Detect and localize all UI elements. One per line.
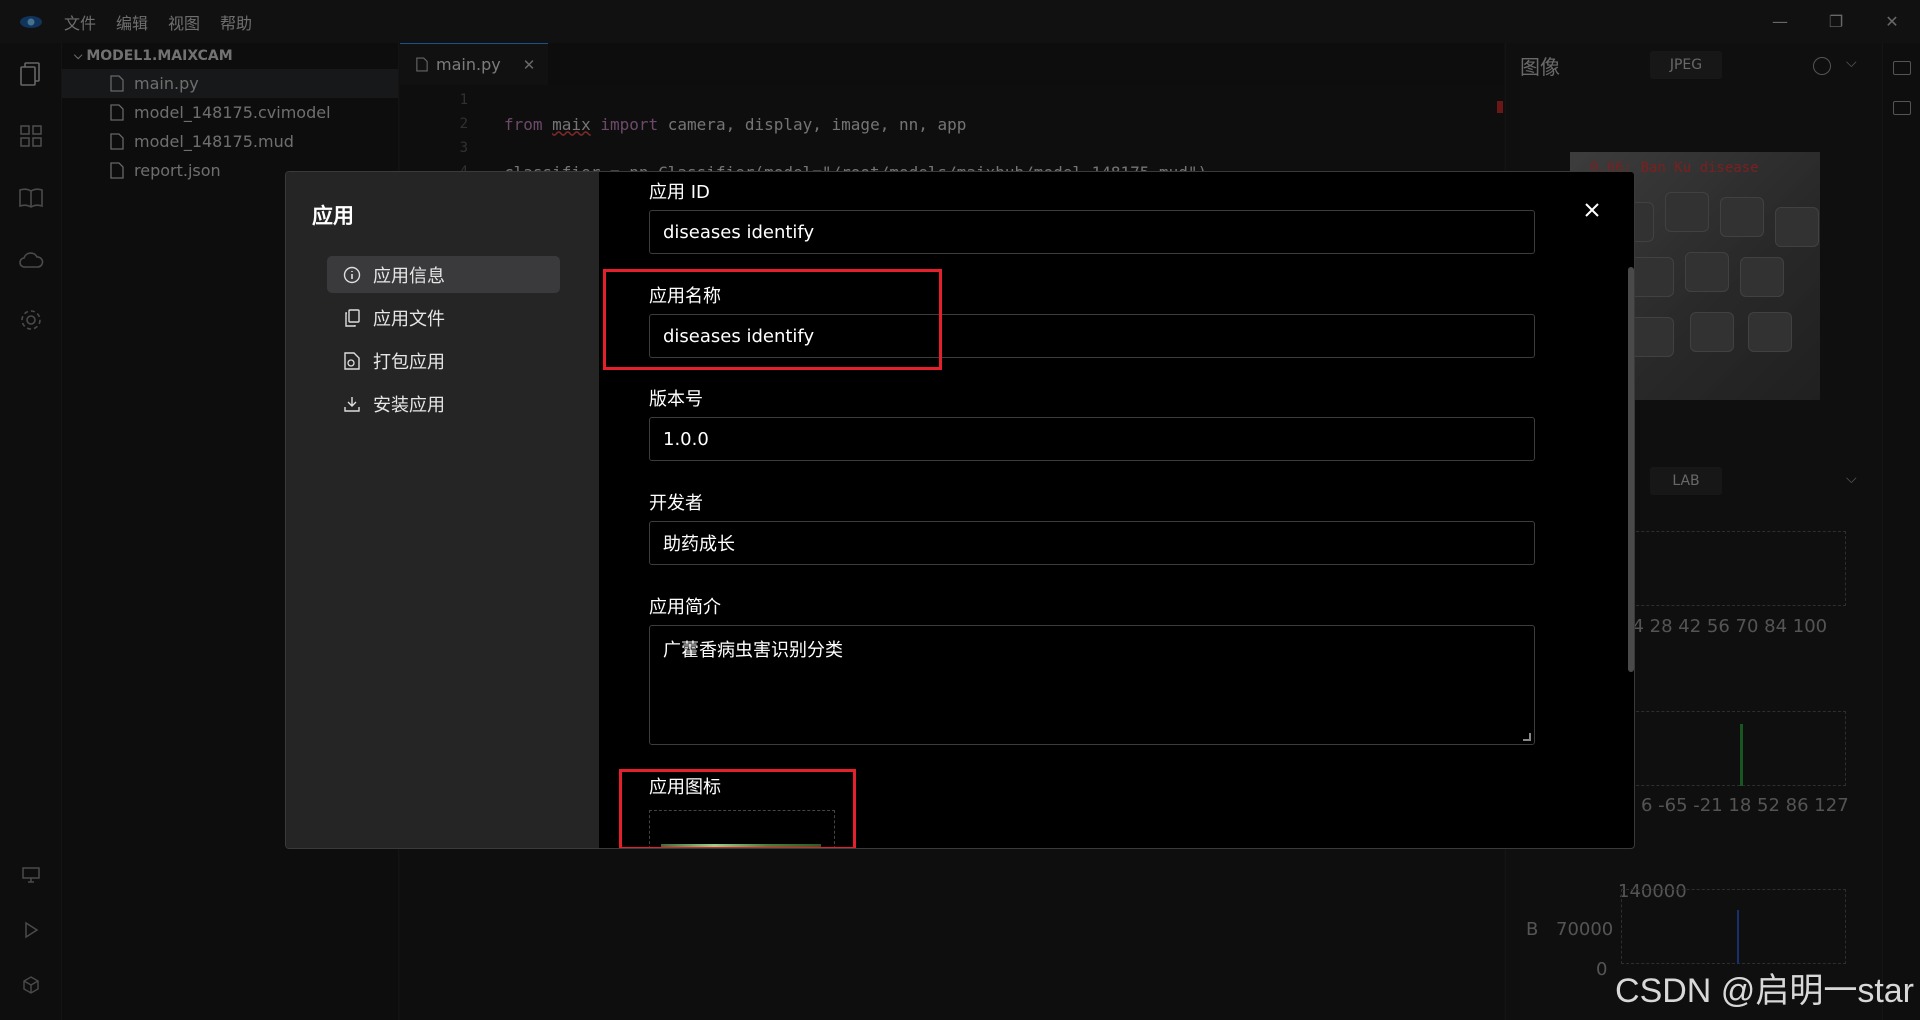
copy-icon — [343, 308, 361, 327]
description-label: 应用简介 — [649, 597, 721, 618]
app-id-label: 应用 ID — [649, 182, 710, 203]
highlight-app-name — [603, 269, 942, 370]
app-dialog: 应用 应用信息 应用文件 打包应用 安装应用 应用 ID diseases id… — [285, 171, 1635, 849]
watermark: CSDN @启明一star — [1615, 972, 1914, 1010]
dialog-scrollbar[interactable] — [1628, 267, 1634, 672]
version-input[interactable]: 1.0.0 — [649, 417, 1535, 461]
nav-package-app[interactable]: 打包应用 — [327, 342, 560, 379]
nav-app-info[interactable]: 应用信息 — [327, 256, 560, 293]
developer-label: 开发者 — [649, 493, 703, 514]
developer-input[interactable]: 助药成长 — [649, 521, 1535, 565]
version-label: 版本号 — [649, 389, 703, 410]
dialog-title: 应用 — [312, 204, 354, 228]
info-icon — [343, 266, 361, 284]
download-icon — [343, 395, 361, 413]
nav-install-app[interactable]: 安装应用 — [327, 385, 560, 422]
dialog-close-icon[interactable] — [1580, 198, 1604, 222]
dialog-sidebar: 应用 应用信息 应用文件 打包应用 安装应用 — [286, 172, 599, 848]
package-file-icon — [343, 351, 361, 370]
highlight-app-icon — [619, 769, 856, 848]
nav-app-files[interactable]: 应用文件 — [327, 299, 560, 336]
description-textarea[interactable]: 广藿香病虫害识别分类 — [649, 625, 1535, 745]
resize-handle[interactable] — [1523, 733, 1531, 741]
app-id-input[interactable]: diseases identify — [649, 210, 1535, 254]
